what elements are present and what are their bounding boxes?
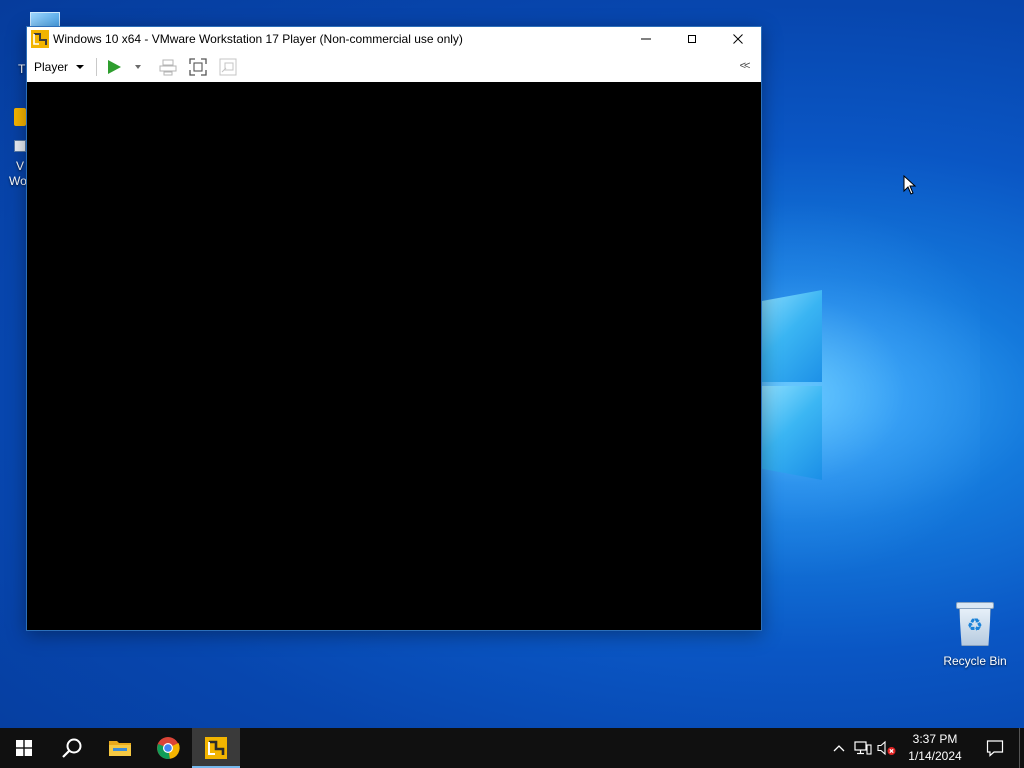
volume-muted-icon	[877, 740, 896, 756]
show-hidden-icons-button[interactable]	[827, 728, 851, 768]
taskbar: 3:37 PM 1/14/2024	[0, 728, 1024, 768]
chrome-icon	[157, 737, 180, 759]
desktop-logo-pane-bottom	[762, 386, 822, 480]
vmware-player-window: Windows 10 x64 - VMware Workstation 17 P…	[26, 26, 762, 631]
this-pc-label: T	[18, 62, 26, 76]
close-icon	[733, 34, 743, 44]
folder-icon	[109, 741, 131, 756]
network-button[interactable]	[851, 728, 875, 768]
show-desktop-button[interactable]	[1019, 728, 1024, 768]
taskbar-clock[interactable]: 3:37 PM 1/14/2024	[899, 731, 971, 765]
vmware-desktop-label-line2: Wo	[9, 174, 27, 188]
network-icon	[854, 741, 872, 755]
recycle-bin-icon: ♻	[956, 600, 994, 646]
chevron-up-icon	[833, 745, 845, 752]
window-title: Windows 10 x64 - VMware Workstation 17 P…	[53, 32, 463, 46]
search-button[interactable]	[48, 728, 96, 768]
send-ctrl-alt-del-button[interactable]	[157, 56, 179, 78]
volume-button[interactable]	[875, 728, 899, 768]
play-icon	[108, 59, 122, 74]
toolbar-separator	[96, 57, 98, 76]
collapse-toolbar-button[interactable]: <<	[735, 56, 753, 76]
unity-icon	[219, 58, 237, 75]
vmware-desktop-icon[interactable]	[14, 108, 26, 126]
close-button[interactable]	[715, 27, 761, 51]
full-screen-button[interactable]	[187, 56, 209, 78]
recycle-bin-label: Recycle Bin	[943, 654, 1007, 668]
player-menu-label: Player	[34, 59, 69, 74]
power-on-button[interactable]	[103, 56, 125, 78]
clock-time: 3:37 PM	[912, 732, 958, 746]
action-center-button[interactable]	[971, 728, 1019, 768]
vmware-player-icon	[205, 737, 227, 759]
chevron-down-icon	[76, 64, 85, 69]
vm-toolbar: Player <<	[27, 51, 761, 82]
clock-date: 1/14/2024	[908, 749, 962, 763]
chevron-down-icon	[135, 64, 142, 69]
shortcut-arrow-icon	[14, 140, 26, 152]
windows-logo-icon	[16, 740, 32, 756]
recycle-bin-desktop-icon[interactable]: ♻ Recycle Bin	[938, 600, 1012, 668]
unity-button[interactable]	[217, 56, 239, 78]
vm-display[interactable]	[27, 82, 761, 630]
notification-icon	[986, 740, 1004, 757]
maximize-icon	[688, 35, 696, 43]
maximize-button[interactable]	[669, 27, 715, 51]
power-options-dropdown[interactable]	[133, 56, 143, 78]
system-tray: 3:37 PM 1/14/2024	[827, 728, 1024, 768]
fullscreen-icon	[189, 57, 207, 76]
player-menu[interactable]: Player	[27, 55, 90, 79]
file-explorer-button[interactable]	[96, 728, 144, 768]
start-button[interactable]	[0, 728, 48, 768]
window-titlebar[interactable]: Windows 10 x64 - VMware Workstation 17 P…	[27, 27, 761, 51]
ctrl-alt-del-icon	[159, 59, 177, 75]
vmware-player-icon	[31, 30, 49, 48]
mouse-cursor-icon	[903, 175, 917, 195]
minimize-button[interactable]	[623, 27, 669, 51]
search-icon	[62, 738, 82, 758]
minimize-icon	[641, 38, 651, 40]
vmware-player-taskbar-button[interactable]	[192, 728, 240, 768]
chrome-button[interactable]	[144, 728, 192, 768]
desktop-logo-pane-top	[762, 290, 822, 382]
vmware-desktop-label-line1: V	[16, 159, 25, 173]
